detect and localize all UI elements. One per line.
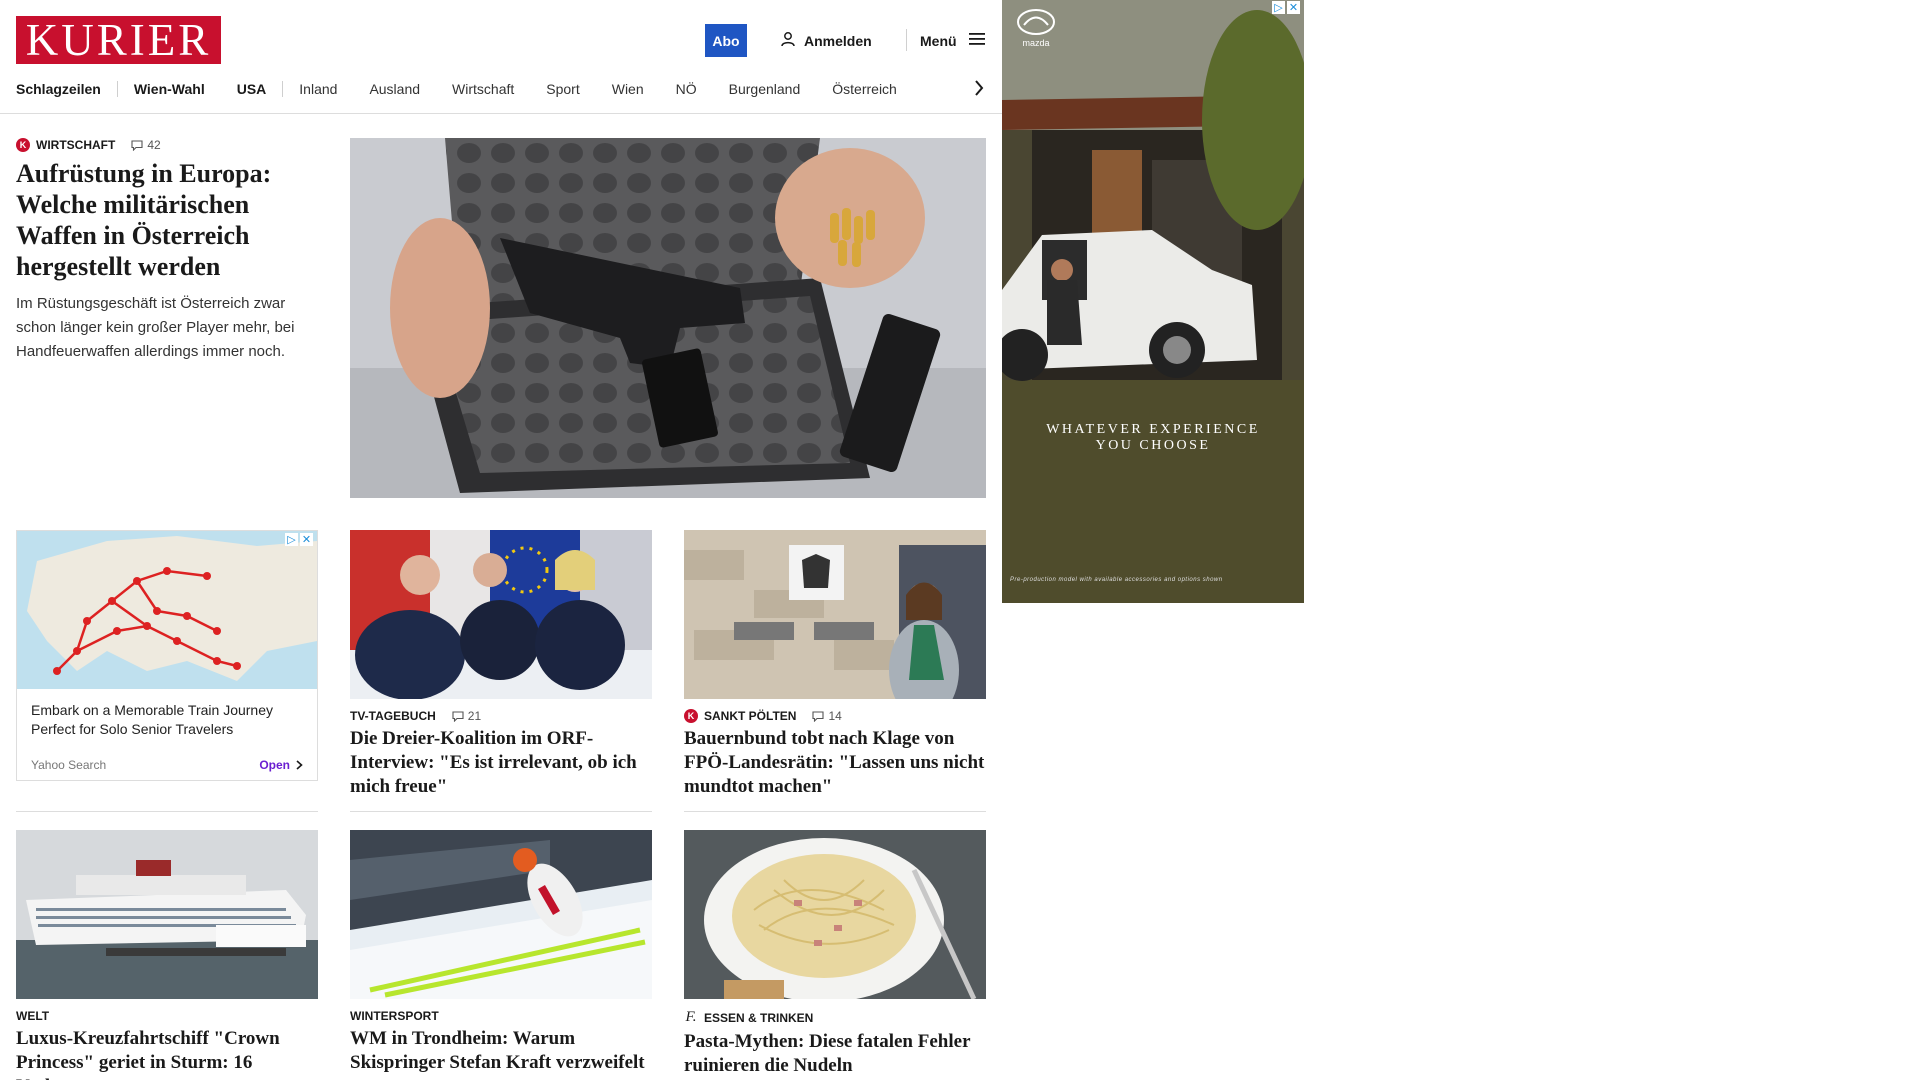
article-image-ski-jumper[interactable]: [350, 830, 652, 999]
article-kicker-label: WINTERSPORT: [350, 1009, 439, 1023]
menu-button[interactable]: Menü: [920, 24, 985, 57]
user-icon: [780, 31, 796, 50]
ad-text: Embark on a Memorable Train Journey Perf…: [31, 702, 273, 737]
nav-item-oesterreich[interactable]: Österreich: [816, 81, 913, 97]
comment-icon: [812, 710, 825, 722]
article-kicker: f. ESSEN & TRINKEN: [684, 1009, 986, 1026]
lead-description: Im Rüstungsgeschäft ist Österreich zwar …: [16, 295, 295, 360]
ad-fine-print: Pre-production model with available acce…: [1010, 577, 1223, 583]
adchoices[interactable]: ▷ ✕: [1272, 1, 1300, 14]
lead-title[interactable]: Aufrüstung in Europa: Welche militärisch…: [16, 158, 316, 282]
article-kicker-label: WELT: [16, 1009, 50, 1023]
ad-open-button[interactable]: Open: [259, 758, 303, 772]
header-divider: [906, 29, 907, 51]
article-kicker-label: SANKT PÖLTEN: [704, 709, 797, 723]
article-image-pasta[interactable]: [684, 830, 986, 999]
mazda-logo: mazda: [1014, 8, 1058, 48]
ad-source: Yahoo Search: [31, 758, 107, 772]
article-title[interactable]: WM in Trondheim: Warum Skispringer Stefa…: [350, 1027, 652, 1075]
article-title[interactable]: Die Dreier-Koalition im ORF-Interview: "…: [350, 727, 652, 799]
nav-item-noe[interactable]: NÖ: [660, 81, 713, 97]
ad-headline-line-2: YOU CHOOSE: [1095, 438, 1211, 453]
nav-item-wien-wahl[interactable]: Wien-Wahl: [118, 81, 221, 97]
comment-icon: [452, 710, 464, 722]
comment-count-value: 14: [828, 709, 842, 723]
chevron-right-icon: [296, 760, 303, 770]
adchoices[interactable]: ▷ ✕: [285, 533, 313, 546]
mazda-brand-label: mazda: [1022, 38, 1050, 48]
nav-item-wirtschaft[interactable]: Wirtschaft: [436, 81, 530, 97]
article-card-sankt-poelten[interactable]: K SANKT PÖLTEN 14 Bauernbund tobt nach K…: [684, 530, 986, 799]
article-card-essen-trinken[interactable]: f. ESSEN & TRINKEN Pasta-Mythen: Diese f…: [684, 830, 986, 1078]
row-divider: [16, 811, 318, 812]
article-title[interactable]: Bauernbund tobt nach Klage von FPÖ-Lande…: [684, 727, 986, 799]
nav-item-ausland[interactable]: Ausland: [353, 81, 436, 97]
genuss-badge-icon: f.: [685, 1009, 697, 1025]
hamburger-icon: [968, 32, 985, 49]
article-kicker: K SANKT PÖLTEN 14: [684, 709, 986, 723]
article-kicker: TV-TAGEBUCH 21: [350, 709, 652, 723]
login-label: Anmelden: [804, 32, 872, 49]
ad-footer: Yahoo Search Open: [31, 758, 303, 772]
nav-item-wien[interactable]: Wien: [596, 81, 660, 97]
nav-item-usa[interactable]: USA: [221, 81, 283, 97]
nav-scroll-right-button[interactable]: [971, 78, 987, 98]
nav-item-schlagzeilen[interactable]: Schlagzeilen: [16, 81, 117, 97]
europe-map-image: ▷ ✕: [17, 531, 317, 689]
header-divider-line: [0, 113, 1002, 114]
article-image-cruise-ship[interactable]: [16, 830, 318, 999]
comment-count-value: 21: [467, 709, 482, 723]
article-card-tv-tagebuch[interactable]: TV-TAGEBUCH 21 Die Dreier-Koalition im O…: [350, 530, 652, 799]
kurier-plus-badge-icon: K: [684, 709, 698, 723]
close-ad-icon[interactable]: ✕: [1287, 1, 1300, 14]
mazda-emblem-icon: [1017, 9, 1055, 35]
article-kicker: WELT: [16, 1009, 318, 1023]
adchoices-icon[interactable]: ▷: [285, 533, 298, 546]
comment-count[interactable]: 14: [812, 709, 842, 723]
lead-kicker: K WIRTSCHAFT 42: [16, 138, 316, 152]
ad-headline: WHATEVER EXPERIENCE YOU CHOOSE: [1002, 422, 1304, 454]
ad-open-label: Open: [259, 758, 290, 772]
article-image-politicians[interactable]: [350, 530, 652, 699]
comment-count[interactable]: 21: [452, 709, 481, 723]
kurier-logo[interactable]: KURIER: [16, 16, 221, 64]
mazda-ad-image: [1002, 0, 1304, 603]
adchoices-icon[interactable]: ▷: [1272, 1, 1285, 14]
article-kicker: WINTERSPORT: [350, 1009, 652, 1023]
section-nav: Schlagzeilen Wien-Wahl USA Inland Auslan…: [16, 78, 986, 100]
mazda-display-ad[interactable]: mazda ▷ ✕ WHATEVER EXPERIENCE YOU CHOOSE…: [1002, 0, 1304, 603]
article-title[interactable]: Luxus-Kreuzfahrtschiff "Crown Princess" …: [16, 1027, 318, 1080]
article-kicker-label: TV-TAGEBUCH: [350, 709, 436, 723]
row-divider: [684, 811, 986, 812]
abo-button[interactable]: Abo: [705, 24, 747, 57]
kurier-plus-badge-icon: K: [16, 138, 30, 152]
ad-headline-line-1: WHATEVER EXPERIENCE: [1046, 422, 1260, 437]
lead-image-pistol-case[interactable]: [350, 138, 986, 498]
chevron-right-icon: [975, 80, 984, 96]
article-card-welt[interactable]: WELT Luxus-Kreuzfahrtschiff "Crown Princ…: [16, 830, 318, 1080]
close-ad-icon[interactable]: ✕: [300, 533, 313, 546]
nav-item-burgenland[interactable]: Burgenland: [713, 81, 817, 97]
comment-icon: [131, 139, 143, 151]
article-card-wintersport[interactable]: WINTERSPORT WM in Trondheim: Warum Skisp…: [350, 830, 652, 1075]
article-image-landesraetin[interactable]: [684, 530, 986, 699]
login-button[interactable]: Anmelden: [780, 24, 872, 57]
lead-article[interactable]: K WIRTSCHAFT 42 Aufrüstung in Europa: We…: [16, 138, 316, 364]
comment-count[interactable]: 42: [131, 138, 161, 152]
article-title[interactable]: Pasta-Mythen: Diese fatalen Fehler ruini…: [684, 1030, 986, 1078]
menu-label: Menü: [920, 32, 957, 49]
nav-item-inland[interactable]: Inland: [283, 81, 353, 97]
comment-count-value: 42: [147, 138, 161, 152]
row-divider: [350, 811, 652, 812]
nav-item-sport[interactable]: Sport: [530, 81, 595, 97]
lead-kicker-label: WIRTSCHAFT: [36, 138, 116, 152]
article-kicker-label: ESSEN & TRINKEN: [704, 1010, 814, 1025]
sponsored-ad-train-journey[interactable]: ▷ ✕ Embark on a Memorable Train Journey …: [16, 530, 318, 781]
